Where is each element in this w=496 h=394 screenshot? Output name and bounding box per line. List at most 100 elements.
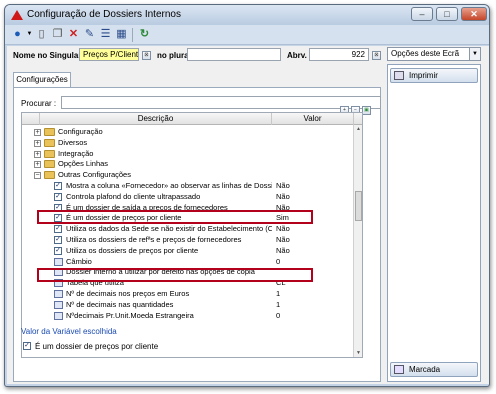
scroll-down-icon[interactable]: ▼	[354, 349, 362, 357]
row-description: Utiliza os dossiers de preços por client…	[66, 245, 199, 255]
print-button[interactable]: Imprimir	[390, 68, 478, 83]
minimize-button[interactable]: –	[411, 7, 433, 21]
combo-value: Opções deste Ecrã	[391, 49, 460, 58]
variable-label: Valor da Variável escolhida	[21, 327, 117, 336]
row-description: Integração	[58, 148, 94, 158]
search-label: Procurar :	[21, 99, 57, 108]
search-input[interactable]	[61, 96, 381, 109]
table-row[interactable]: + Configuração	[22, 127, 354, 137]
row-description: Utiliza os dados da Sede se não existir …	[66, 224, 272, 234]
delete-icon[interactable]: ✕	[67, 28, 80, 41]
plural-label: no plural	[157, 51, 191, 60]
toolbar: ● ▼ ▯ ❐ ✕ ✎ ☰ ▦ ↻	[5, 25, 489, 45]
setting-icon	[54, 300, 63, 309]
folder-open-icon	[44, 171, 55, 180]
table-row[interactable]: ✓ Utiliza os dossiers de preços por clien…	[22, 246, 354, 256]
table-row[interactable]: + Opções Linhas	[22, 159, 354, 169]
row-value: 0	[276, 256, 281, 266]
folder-icon	[44, 149, 55, 158]
setting-icon	[54, 257, 63, 266]
row-value: Não	[276, 245, 290, 255]
folder-icon	[44, 160, 55, 169]
grid-header-blank	[22, 113, 40, 125]
row-description: Câmbio	[66, 256, 92, 266]
table-row[interactable]: + Integração	[22, 149, 354, 159]
row-value: Não	[276, 181, 290, 190]
marcada-button[interactable]: Marcada	[390, 362, 478, 377]
screen-options-combo[interactable]: Opções deste Ecrã ▼	[387, 47, 481, 61]
app-logo-icon	[11, 10, 23, 20]
close-button[interactable]: ✕	[461, 7, 487, 21]
checkbox[interactable]: ✓	[54, 182, 62, 190]
checkbox[interactable]: ✓	[54, 225, 62, 234]
row-description: Controla plafond do cliente ultrapassado	[66, 191, 201, 201]
new-document-icon[interactable]: ▯	[35, 28, 48, 41]
scroll-thumb[interactable]	[355, 191, 362, 221]
nome-label: Nome no Singular	[13, 51, 82, 60]
grid-header: Descrição Valor	[22, 113, 362, 125]
checkbox[interactable]: ✓	[54, 246, 62, 255]
copy-icon[interactable]: ❐	[51, 28, 64, 41]
table-row[interactable]: Nº de decimais nas quantidades 1	[22, 300, 354, 310]
marcada-label: Marcada	[409, 365, 441, 374]
setting-icon	[54, 311, 63, 320]
row-value: 1	[276, 299, 281, 309]
table-row[interactable]: − Outras Configurações	[22, 170, 354, 180]
toolbar-separator	[132, 28, 133, 42]
row-description: Nº de decimais nos preços em Euros	[66, 289, 190, 298]
refresh-icon[interactable]: ↻	[138, 28, 151, 41]
scroll-up-icon[interactable]: ▲	[354, 125, 362, 134]
highlight-box	[37, 210, 313, 224]
nome-singular-field[interactable]: Preços P/Cliente	[79, 48, 139, 61]
expand-icon[interactable]: +	[34, 139, 41, 147]
chevron-down-icon[interactable]: ▼	[469, 48, 480, 60]
table-row[interactable]: Nº de decimais nos preços em Euros 1	[22, 289, 354, 299]
export-icon[interactable]: ▣	[362, 106, 371, 115]
table-row[interactable]: Câmbio 0	[22, 257, 354, 267]
grid-icon[interactable]: ▦	[115, 28, 128, 41]
row-description: Mostra a coluna «Fornecedor» ao observar…	[66, 181, 272, 190]
abrv-lookup-button[interactable]: ⊠	[372, 51, 381, 60]
list-icon[interactable]: ☰	[99, 28, 112, 41]
window-title: Configuração de Dossiers Internos	[27, 9, 181, 20]
maximize-button[interactable]: □	[436, 7, 458, 21]
abrv-label: Abrv.	[287, 51, 307, 60]
expand-icon[interactable]: +	[34, 150, 41, 158]
expand-icon[interactable]: +	[34, 129, 41, 136]
side-panel: Imprimir Marcada	[387, 64, 481, 382]
row-value: Não	[276, 224, 290, 234]
table-row[interactable]: ✓ Controla plafond do cliente ultrapassad…	[22, 192, 354, 202]
folder-icon	[44, 138, 55, 147]
tab-configuracoes[interactable]: Configurações	[13, 72, 71, 88]
col-descricao[interactable]: Descrição	[40, 113, 272, 125]
row-description: Nºdecimais Pr.Unit.Moeda Estrangeira	[66, 310, 194, 320]
col-valor[interactable]: Valor	[272, 113, 354, 125]
row-description: Nº de decimais nas quantidades	[66, 299, 174, 309]
marked-icon	[394, 365, 404, 374]
highlight-box	[37, 268, 313, 282]
checkbox[interactable]: ✓	[54, 236, 62, 244]
row-value: Não	[276, 191, 290, 201]
properties-icon[interactable]: ✎	[83, 28, 96, 41]
row-description: Diversos	[58, 137, 88, 147]
table-row[interactable]: ✓ Utiliza os dossiers de refªs e preços d…	[22, 235, 354, 245]
vertical-scrollbar[interactable]: ▲ ▼	[353, 125, 362, 357]
table-row[interactable]: ✓ Utiliza os dados da Sede se não existir…	[22, 224, 354, 234]
table-row[interactable]: ✓ Mostra a coluna «Fornecedor» ao observa…	[22, 181, 354, 191]
collapse-icon[interactable]: −	[34, 172, 41, 180]
plural-field[interactable]	[187, 48, 281, 61]
nome-lookup-button[interactable]: ⊠	[142, 51, 151, 60]
row-description: Opções Linhas	[58, 159, 109, 169]
tab-strip: Configurações	[13, 72, 381, 88]
checkbox[interactable]: ✓	[54, 192, 62, 201]
expand-icon[interactable]: +	[34, 161, 41, 169]
print-label: Imprimir	[409, 71, 438, 80]
row-description: Configuração	[58, 127, 103, 136]
variable-checkbox[interactable]: ✓	[23, 342, 31, 350]
table-row[interactable]: Nºdecimais Pr.Unit.Moeda Estrangeira 0	[22, 311, 354, 321]
row-value: 0	[276, 310, 281, 320]
folder-icon	[44, 128, 55, 136]
row-value: 1	[276, 289, 281, 298]
table-row[interactable]: + Diversos	[22, 138, 354, 148]
abrv-field[interactable]: 922	[309, 48, 369, 61]
